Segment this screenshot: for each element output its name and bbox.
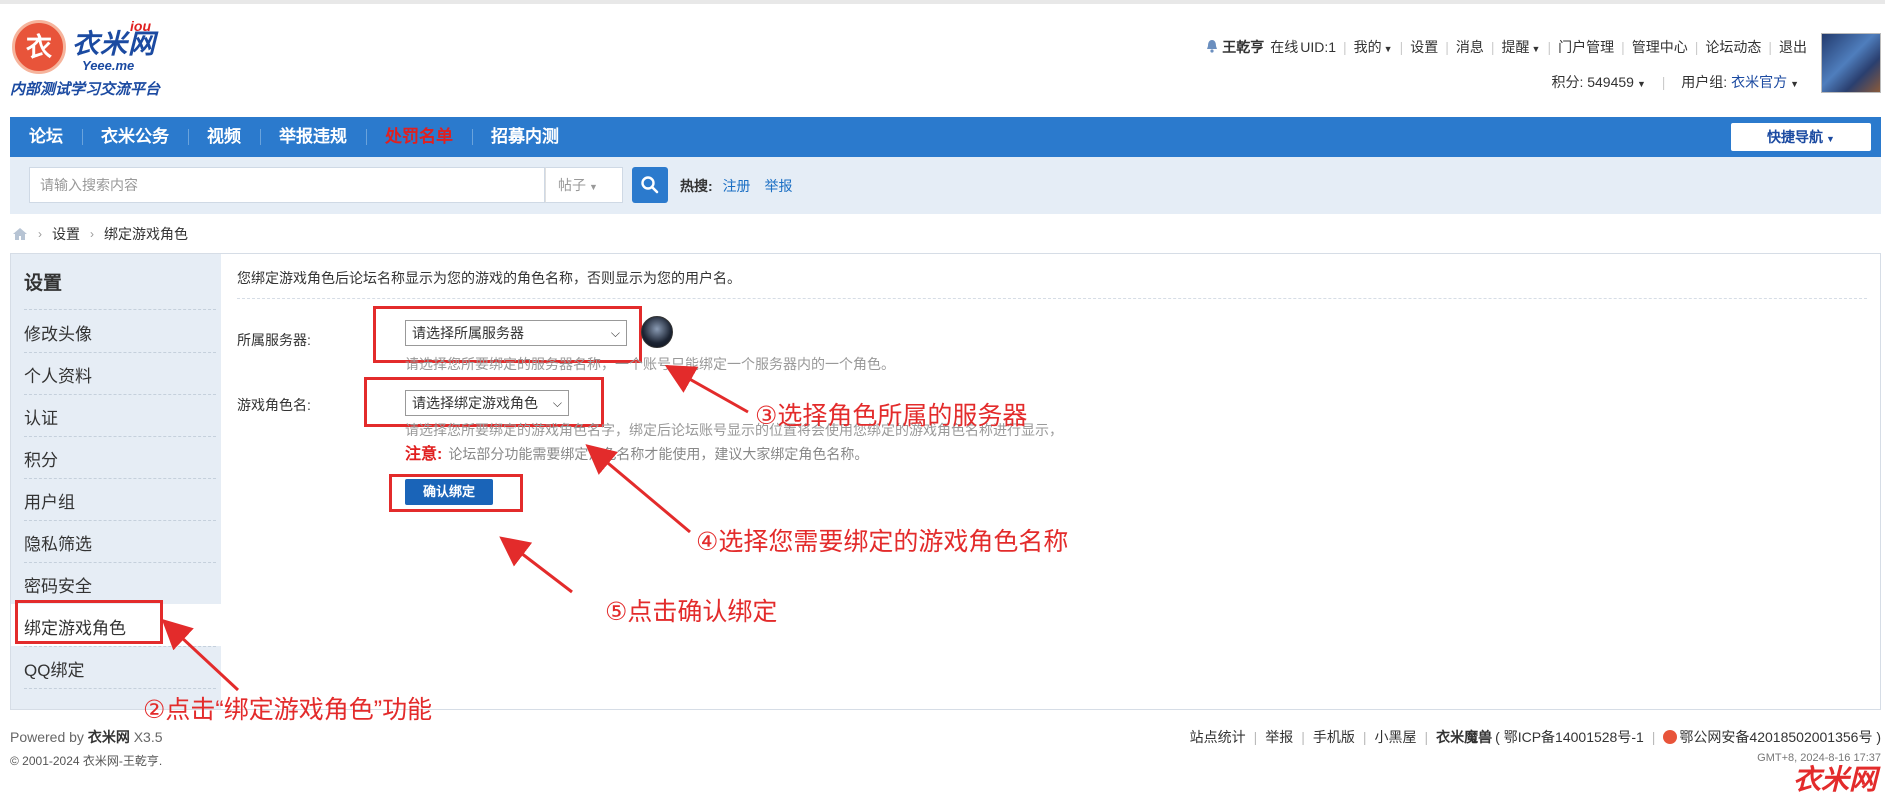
- arrow-step5: [499, 536, 573, 594]
- footer-link-stats[interactable]: 站点统计: [1190, 727, 1246, 747]
- arrow-step2: [161, 618, 240, 692]
- footer-link-mobile[interactable]: 手机版: [1313, 727, 1355, 747]
- arrow-step4: [585, 444, 691, 534]
- annotation-step3: ③选择角色所属的服务器: [755, 402, 1028, 430]
- powered-name[interactable]: 衣米网: [88, 729, 130, 745]
- police-badge-icon: [1663, 730, 1678, 744]
- footer-powered: Powered by 衣米网 X3.5: [10, 727, 163, 747]
- powered-version: X3.5: [133, 729, 163, 745]
- divider: |: [1362, 729, 1367, 745]
- footer-site-name[interactable]: 衣米魔兽: [1436, 727, 1492, 747]
- footer-icp[interactable]: ( 鄂ICP备14001528号-1: [1495, 727, 1644, 747]
- annotation-step5: ⑤点击确认绑定: [605, 598, 778, 626]
- annotation-step2: ②点击“绑定游戏角色”功能: [143, 696, 433, 724]
- footer-link-report[interactable]: 举报: [1265, 727, 1293, 747]
- divider: |: [1301, 729, 1305, 745]
- arrow-step3: [664, 365, 749, 414]
- divider: |: [1424, 729, 1429, 745]
- divider: |: [1651, 729, 1656, 745]
- annotation-step4: ④选择您需要绑定的游戏角色名称: [696, 528, 1069, 556]
- footer-police[interactable]: 鄂公网安备42018502001356号 ): [1679, 727, 1881, 747]
- watermark: 衣米网: [1792, 764, 1877, 795]
- footer-links: 站点统计 | 举报 | 手机版 | 小黑屋 | 衣米魔兽 ( 鄂ICP备1400…: [1190, 727, 1881, 747]
- powered-prefix: Powered by: [10, 729, 84, 745]
- footer-link-blacklist[interactable]: 小黑屋: [1375, 727, 1417, 747]
- divider: |: [1253, 729, 1258, 745]
- footer-copyright: © 2001-2024 衣米网-王乾亨.: [10, 754, 163, 768]
